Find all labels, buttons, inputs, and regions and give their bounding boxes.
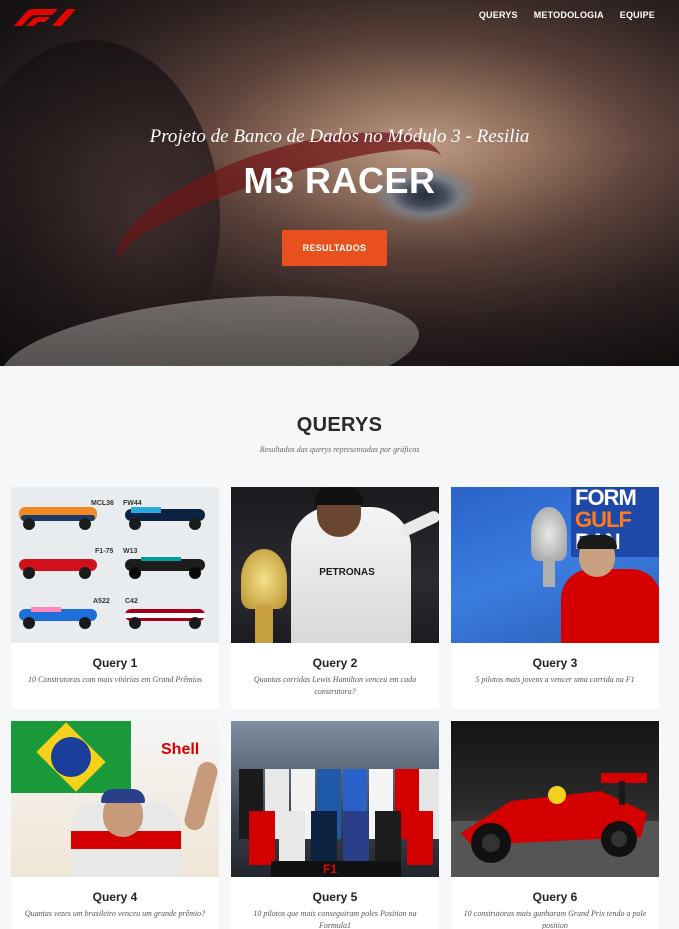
card-description: 10 pilotos que mais conseguiram poles Po… <box>253 909 417 929</box>
hero-title: M3 RACER <box>243 160 436 201</box>
hero-subtitle: Projeto de Banco de Dados no Módulo 3 - … <box>149 126 530 147</box>
query-card-3[interactable]: FORM GULF RAN Query 3 5 pilotos mais jov… <box>451 487 659 709</box>
card-title: Query 2 <box>312 656 358 670</box>
card-description: 10 construtoras mais ganharam Grand Prix… <box>463 909 647 929</box>
card-image-ferrari-car <box>451 721 659 877</box>
section-title: QUERYS <box>296 414 383 436</box>
card-description: Quantas vezes um brasileiro venceu um gr… <box>24 909 206 918</box>
hero-banner: QUERYS METODOLOGIA EQUIPE Projeto de Ban… <box>0 0 679 366</box>
query-card-4[interactable]: Shell Query 4 Quantas vezes um brasileir… <box>11 721 219 929</box>
top-nav: QUERYS METODOLOGIA EQUIPE <box>463 10 655 20</box>
ferrari-car-illustration <box>451 773 659 877</box>
card-description: 5 pilotos mais jovens a vencer uma corri… <box>475 675 635 684</box>
card-title: Query 1 <box>92 656 138 670</box>
f1-logo-icon: F1 <box>323 862 337 876</box>
card-description: Quantas corridas Lewis Hamilton venceu e… <box>253 675 417 696</box>
query-card-2[interactable]: PETRONAS Query 2 Quantas corridas Lewis … <box>231 487 439 709</box>
section-subtitle: Resultados das querys representadas por … <box>259 445 420 454</box>
card-title: Query 4 <box>92 890 138 904</box>
car-label: C42 <box>125 598 138 605</box>
nav-item-querys[interactable]: QUERYS <box>479 10 518 20</box>
card-description: 10 Construtoras com mais vitórias em Gra… <box>27 675 202 684</box>
card-image-drivers-group: F1 <box>231 721 439 877</box>
card-title: Query 3 <box>532 656 578 670</box>
banner-text: FORM <box>575 487 637 510</box>
query-card-6[interactable]: Query 6 10 construtoras mais ganharam Gr… <box>451 721 659 929</box>
query-card-1[interactable]: MCL36 FW44 F1-75 W13 A522 C42 Query 1 10… <box>11 487 219 709</box>
car-label: MCL36 <box>91 500 114 507</box>
query-card-5[interactable]: F1 Query 5 10 pilotos que mais conseguir… <box>231 721 439 929</box>
card-image-hamilton: PETRONAS <box>231 487 439 643</box>
card-image-senna: Shell <box>11 721 219 877</box>
card-title: Query 5 <box>312 890 358 904</box>
drivers-group-illustration: F1 <box>239 769 439 877</box>
nav-item-equipe[interactable]: EQUIPE <box>620 10 655 20</box>
f1-cars-illustration: MCL36 FW44 F1-75 W13 A522 C42 <box>19 500 205 629</box>
card-image-leclerc: FORM GULF RAN <box>451 487 659 643</box>
banner-text: GULF <box>575 507 632 532</box>
car-label: F1-75 <box>95 548 113 555</box>
nav-item-metodologia[interactable]: METODOLOGIA <box>534 10 604 20</box>
resultados-button[interactable]: RESULTADOS <box>282 230 387 266</box>
shirt-text: PETRONAS <box>319 567 375 578</box>
car-label: W13 <box>123 548 138 555</box>
car-label: FW44 <box>123 500 142 507</box>
car-label: A522 <box>93 598 110 605</box>
card-title: Query 6 <box>532 890 578 904</box>
f1-logo-icon[interactable] <box>12 8 78 26</box>
card-image-cars: MCL36 FW44 F1-75 W13 A522 C42 <box>11 487 219 643</box>
